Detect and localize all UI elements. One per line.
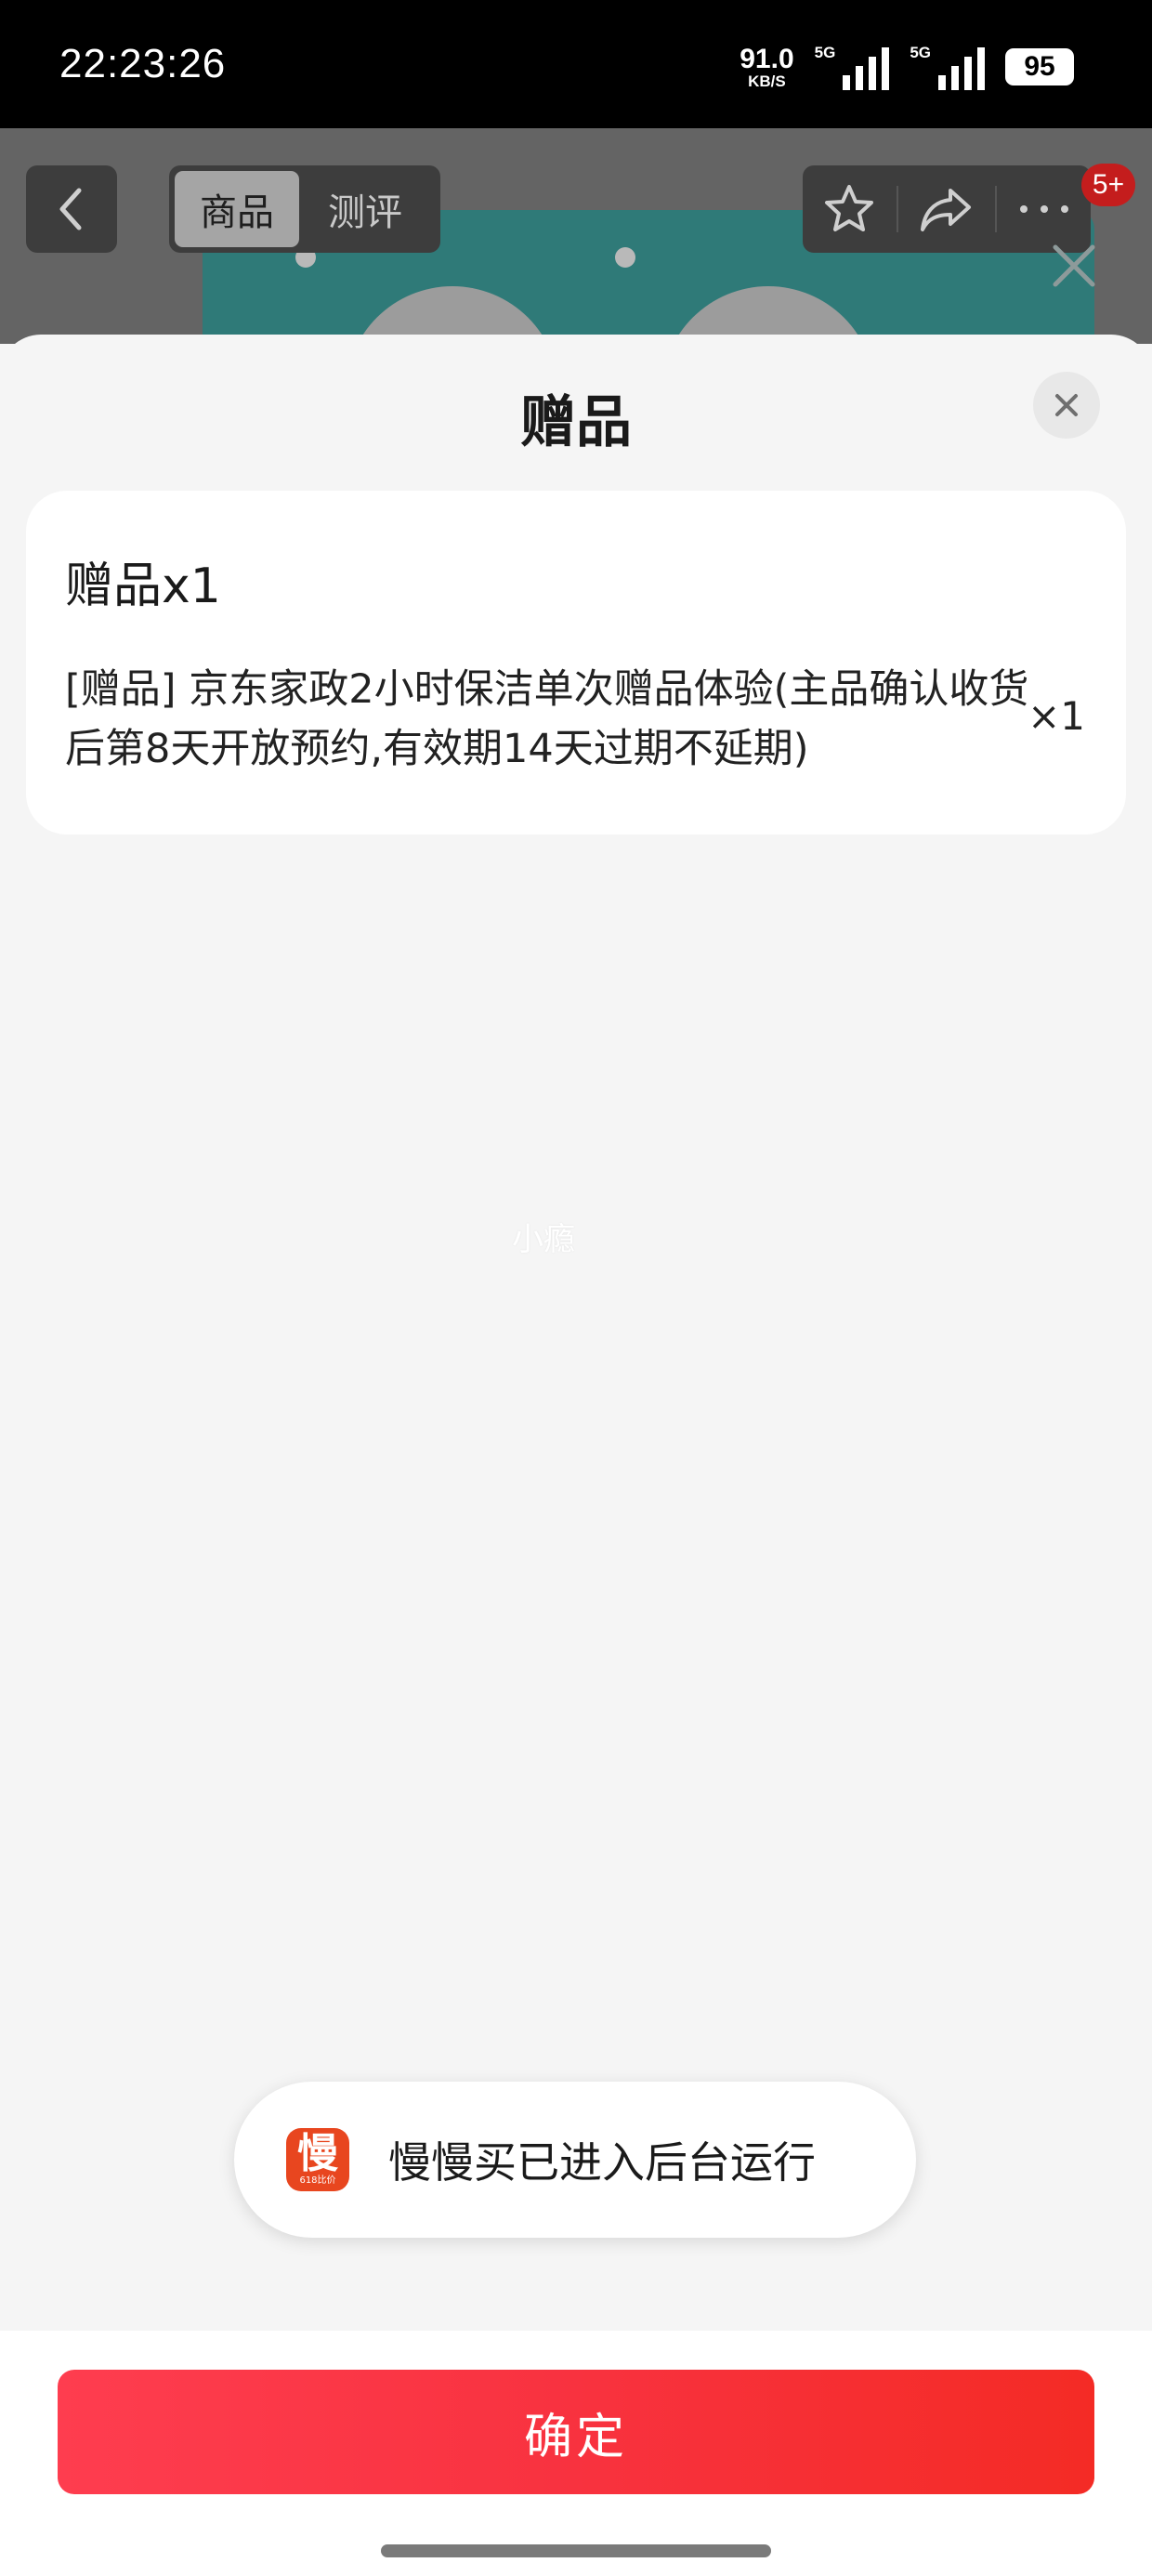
sim1-network-tag: 5G xyxy=(814,44,836,61)
gift-item-quantity: ×1 xyxy=(1028,693,1085,739)
product-tab-switcher: 商品 测评 xyxy=(169,165,440,253)
close-icon xyxy=(1055,394,1078,416)
status-bar: 22:23:26 91.0 KB/S 5G 5G 95 xyxy=(0,0,1152,128)
action-separator xyxy=(995,186,998,232)
cart-badge: 5+ xyxy=(1081,164,1135,206)
network-speed-unit: KB/S xyxy=(748,72,786,90)
sheet-title: 赠品 xyxy=(520,390,632,455)
battery-icon: 95 xyxy=(1005,48,1074,85)
share-icon[interactable] xyxy=(917,181,976,237)
signal-sim1-icon: 5G xyxy=(815,44,890,90)
toast-message: 慢慢买已进入后台运行 xyxy=(388,2137,816,2188)
product-page-backdrop: 商品 测评 5+ xyxy=(0,128,1152,344)
star-icon[interactable] xyxy=(821,181,877,237)
back-button[interactable] xyxy=(26,165,117,253)
network-speed: 91.0 KB/S xyxy=(740,43,794,90)
gift-item-description[interactable]: [赠品] 京东家政2小时保洁单次赠品体验(主品确认收货后第8天开放预约,有效期1… xyxy=(65,660,1041,779)
app-icon-glyph: 慢 xyxy=(297,2130,338,2177)
app-icon-subtext: 618比价 xyxy=(299,2175,336,2186)
sheet-close-button[interactable] xyxy=(1033,372,1100,439)
network-speed-value: 91.0 xyxy=(740,43,794,74)
watermark: 小瘾 xyxy=(512,1221,575,1258)
action-separator xyxy=(896,186,898,232)
status-indicators: 91.0 KB/S 5G 5G 95 xyxy=(740,41,1074,93)
gift-section-title: 赠品x1 xyxy=(65,559,221,614)
background-run-toast: 慢 618比价 慢慢买已进入后台运行 xyxy=(234,2082,916,2238)
sim2-network-tag: 5G xyxy=(910,44,931,61)
back-icon xyxy=(59,188,82,230)
close-icon xyxy=(1053,244,1095,287)
product-image-dot xyxy=(615,247,635,268)
more-icon[interactable] xyxy=(1016,200,1072,218)
status-time: 22:23:26 xyxy=(59,41,227,86)
home-indicator[interactable] xyxy=(381,2544,771,2557)
gift-bottom-sheet: 赠品 赠品x1 [赠品] 京东家政2小时保洁单次赠品体验(主品确认收货后第8天开… xyxy=(0,335,1152,2576)
manmanmai-app-icon: 慢 618比价 xyxy=(286,2128,349,2191)
tab-reviews[interactable]: 测评 xyxy=(299,171,431,247)
confirm-button[interactable]: 确定 xyxy=(58,2370,1094,2494)
bottom-action-bar: 确定 xyxy=(0,2331,1152,2576)
signal-sim2-icon: 5G xyxy=(910,44,985,90)
tab-product[interactable]: 商品 xyxy=(175,171,299,247)
gift-card: 赠品x1 [赠品] 京东家政2小时保洁单次赠品体验(主品确认收货后第8天开放预约… xyxy=(26,491,1126,835)
